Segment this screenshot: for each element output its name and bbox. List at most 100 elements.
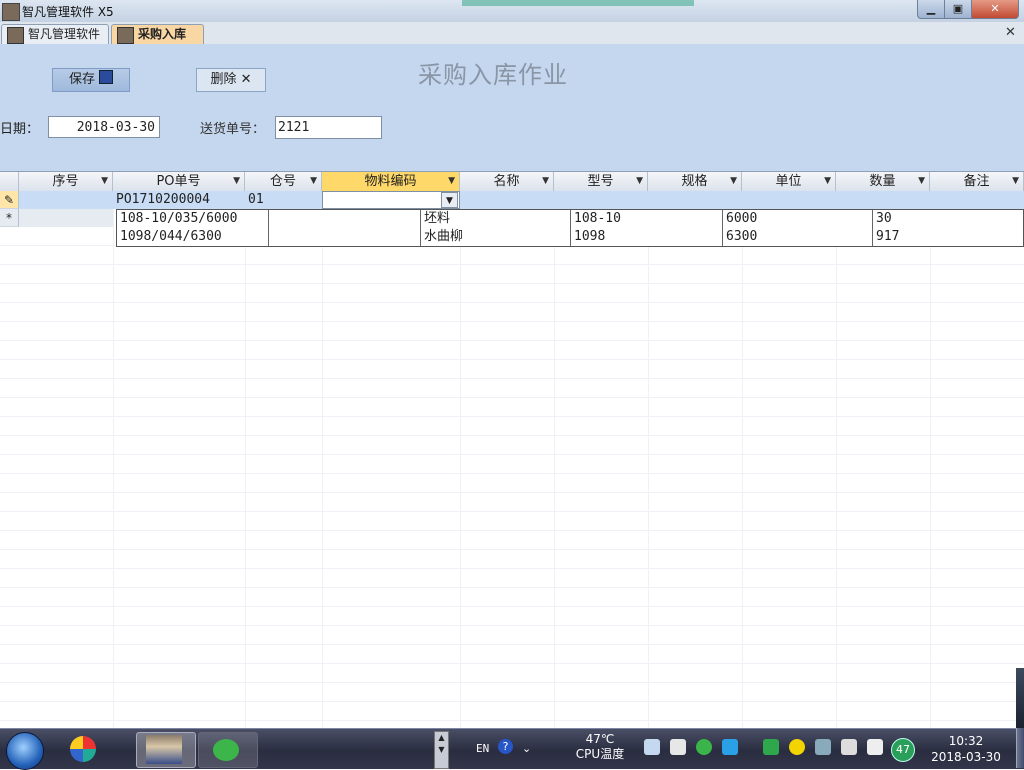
taskbar-app-wechat[interactable] (198, 732, 258, 768)
security-check-icon[interactable] (814, 739, 831, 755)
filter-arrow-icon[interactable]: ▼ (918, 172, 925, 191)
taskbar-app-zhifan[interactable] (64, 732, 104, 766)
delete-icon: ✕ (240, 72, 252, 87)
window-title: 智凡管理软件 X5 (22, 5, 114, 19)
dd-cell (269, 228, 421, 246)
save-label: 保存 (68, 72, 95, 87)
row-selector-editing[interactable]: ✎ (0, 191, 19, 209)
network-icon[interactable] (840, 739, 857, 755)
list-item[interactable]: 108-10/035/6000 坯料 108-10 6000 30 (117, 210, 1023, 228)
column-header-unit[interactable]: 单位 ▼ (742, 172, 836, 191)
app-icon (70, 736, 96, 762)
clock-date: 2018-03-30 (931, 750, 1001, 764)
scrollbar[interactable] (1016, 668, 1024, 728)
delete-label: 删除 (210, 72, 237, 87)
column-header-spec[interactable]: 规格 ▼ (648, 172, 742, 191)
cpu-temp-widget[interactable]: 47℃ CPU温度 (570, 732, 630, 762)
tab-purchase-receipt[interactable]: 采购入库 (111, 24, 204, 44)
dd-cell: 917 (876, 229, 900, 244)
help-icon[interactable]: ? (498, 739, 513, 754)
dd-cell (269, 210, 421, 228)
user-icon[interactable] (644, 739, 660, 755)
data-grid: 序号 ▼ PO单号 ▼ 仓号 ▼ 物料编码 ▼ 名称 ▼ 型号 ▼ 规格 ▼ 单位 ▼ 数量 ▼ … (0, 171, 1024, 728)
cell-seq[interactable] (19, 191, 113, 209)
filter-arrow-icon[interactable]: ▼ (310, 172, 317, 191)
filter-arrow-icon[interactable]: ▼ (730, 172, 737, 191)
column-header-remark[interactable]: 备注 ▼ (930, 172, 1024, 191)
dd-cell: 1098/044/6300 (117, 228, 269, 246)
shield-icon[interactable] (762, 739, 779, 755)
column-header-model[interactable]: 型号 ▼ (554, 172, 648, 191)
column-header-quantity[interactable]: 数量 ▼ (836, 172, 930, 191)
tray-icons (644, 739, 889, 757)
list-item[interactable]: 1098/044/6300 水曲柳 1098 6300 917 (117, 228, 1023, 246)
cell-po[interactable]: PO1710200004 (113, 191, 245, 209)
filter-arrow-icon[interactable]: ▼ (1012, 172, 1019, 191)
filter-arrow-icon[interactable]: ▼ (448, 172, 455, 191)
filter-arrow-icon[interactable]: ▼ (233, 172, 240, 191)
tab-close-icon[interactable]: ✕ (1005, 25, 1016, 40)
star-icon[interactable] (722, 739, 739, 755)
column-header-name[interactable]: 名称 ▼ (460, 172, 554, 191)
app-icon (7, 27, 24, 44)
background-strip (462, 0, 694, 6)
column-label: 规格 (681, 174, 708, 189)
cell-warehouse[interactable]: 01 (245, 191, 322, 209)
maximize-button[interactable]: ▣ (944, 0, 972, 19)
new-row-seq-cell[interactable] (19, 209, 113, 227)
column-label: 单位 (775, 174, 802, 189)
table-row-current[interactable]: PO1710200004 01 (19, 191, 1024, 209)
ime-options-icon[interactable]: ⌄ (522, 729, 531, 769)
dd-cell: 1098 (571, 228, 723, 246)
floppy-icon (99, 70, 113, 84)
green-circle-icon[interactable] (696, 739, 713, 755)
clipboard-icon[interactable] (670, 739, 687, 755)
wechat-icon (213, 739, 239, 761)
page-title: 采购入库作业 (418, 61, 568, 89)
column-header-material-code[interactable]: 物料编码 ▼ (322, 172, 460, 191)
date-label: 日期： (0, 122, 40, 137)
taskbar: ▲ ▼ EN ? ⌄ 47℃ CPU温度 47 10:32 2018-03-30 (0, 728, 1024, 770)
app-icon (2, 3, 20, 21)
start-button[interactable] (6, 732, 44, 770)
chevron-down-icon[interactable]: ▼ (441, 192, 458, 208)
tab-main[interactable]: 智凡管理软件 (1, 24, 109, 44)
filter-arrow-icon[interactable]: ▼ (101, 172, 108, 191)
minimize-button[interactable]: ▁ (917, 0, 945, 19)
column-label: 备注 (963, 174, 990, 189)
tab-label: 智凡管理软件 (28, 27, 101, 41)
show-desktop-button[interactable] (1016, 728, 1024, 768)
row-selector-column (0, 227, 19, 728)
cpu-temp-label: CPU温度 (575, 747, 625, 761)
column-label: 仓号 (269, 174, 296, 189)
volume-icon[interactable] (867, 739, 884, 755)
clock[interactable]: 10:32 2018-03-30 (918, 733, 1014, 765)
filter-arrow-icon[interactable]: ▼ (636, 172, 643, 191)
delivery-no-field[interactable]: 2121 (275, 116, 382, 139)
delete-button[interactable]: 删除 ✕ (196, 68, 266, 92)
taskbar-app-active[interactable] (136, 732, 196, 768)
column-header-warehouse[interactable]: 仓号 ▼ (245, 172, 322, 191)
save-button[interactable]: 保存 (52, 68, 130, 92)
status-badge[interactable]: 47 (891, 738, 915, 762)
material-code-combo[interactable] (322, 191, 460, 209)
date-field[interactable]: 2018-03-30 (48, 116, 160, 138)
column-header-po[interactable]: PO单号 ▼ (113, 172, 245, 191)
column-label: 物料编码 (364, 174, 417, 189)
dd-cell: 108-10/035/6000 (117, 210, 269, 228)
select-all-corner[interactable] (0, 172, 19, 191)
dd-cell: 6300 (723, 228, 873, 246)
dd-cell: 水曲柳 (421, 228, 571, 246)
close-button[interactable]: ✕ (971, 0, 1019, 19)
plus-icon[interactable] (788, 739, 805, 755)
new-row-icon: * (6, 211, 12, 225)
filter-arrow-icon[interactable]: ▼ (824, 172, 831, 191)
filter-arrow-icon[interactable]: ▼ (542, 172, 549, 191)
dd-cell: 108-10 (571, 210, 723, 228)
tab-label: 采购入库 (138, 27, 187, 41)
language-indicator[interactable]: EN (476, 729, 489, 769)
column-label: 型号 (587, 174, 614, 189)
row-selector-new[interactable]: * (0, 209, 19, 227)
column-header-seq[interactable]: 序号 ▼ (19, 172, 113, 191)
taskbar-scroll[interactable]: ▲ ▼ (434, 731, 449, 769)
